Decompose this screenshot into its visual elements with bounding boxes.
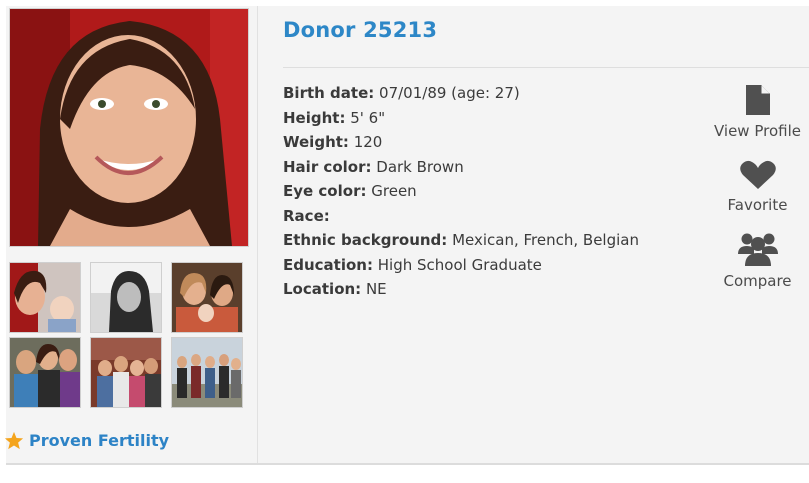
favorite-button[interactable]: Favorite — [706, 160, 809, 214]
detail-row-hair-color: Hair color: Dark Brown — [283, 157, 464, 176]
photo-thumbnail[interactable] — [171, 262, 243, 333]
photo-thumbnail[interactable] — [90, 337, 162, 408]
detail-row-birth-date: Birth date: 07/01/89 (age: 27) — [283, 84, 520, 102]
photo-thumbnail[interactable] — [9, 262, 81, 333]
detail-row-height: Height: 5' 6" — [283, 108, 386, 127]
photo-thumbnail-grid — [6, 260, 257, 415]
donor-details: Birth date: 07/01/89 (age: 27) Height: 5… — [283, 81, 703, 302]
photo-thumbnail[interactable] — [90, 262, 162, 333]
detail-row-ethnic-background: Ethnic background: Mexican, French, Belg… — [283, 231, 639, 249]
users-icon — [737, 233, 778, 266]
card-bottom-border — [6, 463, 809, 465]
detail-row-eye-color: Eye color: Green — [283, 182, 417, 200]
view-profile-button[interactable]: View Profile — [706, 84, 809, 140]
photo-thumbnail[interactable] — [9, 337, 81, 408]
title-divider — [283, 67, 809, 68]
detail-row-location: Location: NE — [283, 280, 387, 298]
star-icon — [4, 431, 24, 449]
proven-fertility-label: Proven Fertility — [29, 430, 170, 450]
donor-card: Proven Fertility Donor 25213 Birth date:… — [4, 6, 809, 464]
detail-row-weight: Weight: 120 — [283, 133, 383, 151]
detail-row-education: Education: High School Graduate — [283, 255, 542, 274]
main-profile-photo[interactable] — [9, 8, 249, 247]
photo-thumbnail[interactable] — [171, 337, 243, 408]
document-icon — [745, 85, 770, 115]
detail-row-race: Race: — [283, 206, 330, 225]
donor-title[interactable]: Donor 25213 — [283, 18, 437, 42]
proven-fertility-badge[interactable]: Proven Fertility — [4, 429, 169, 451]
photo-column: Proven Fertility — [4, 6, 258, 464]
heart-icon — [739, 160, 776, 189]
compare-button[interactable]: Compare — [706, 230, 809, 290]
